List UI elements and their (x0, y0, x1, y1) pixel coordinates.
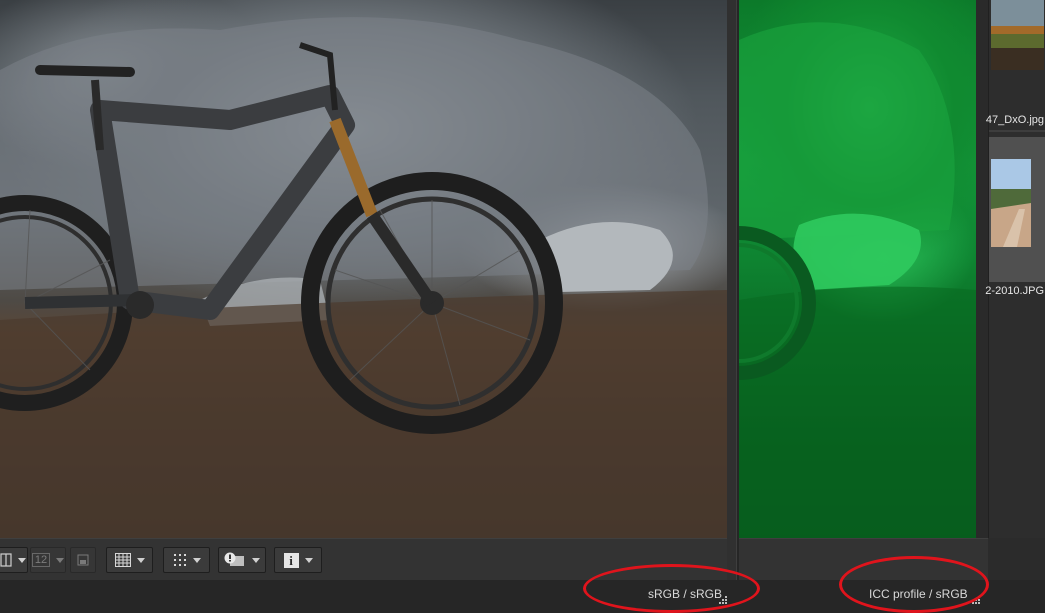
compare-view-icon (0, 553, 12, 567)
filmstrip-divider (989, 130, 1045, 132)
gamut-warning-button[interactable] (218, 547, 266, 573)
chevron-down-icon (136, 557, 145, 563)
photo-soft-proof-gamut-warning (739, 22, 976, 538)
chevron-down-icon (18, 557, 26, 563)
chevron-down-icon (252, 557, 260, 563)
annotation-ellipse-right (839, 556, 989, 613)
info-button[interactable]: i (274, 547, 322, 573)
split-view-icon: 12 (31, 553, 51, 567)
thumbnail-image-forest (989, 0, 1045, 72)
dot-grid-button[interactable] (163, 547, 210, 573)
photo-mountain-bike (0, 17, 727, 538)
grid-overlay-button[interactable] (106, 547, 153, 573)
warning-overlay-icon (224, 552, 244, 566)
split-view-button[interactable]: 12 (30, 547, 66, 573)
filmstrip-thumbnail-2-selected[interactable] (989, 137, 1045, 282)
grid-overlay-icon (114, 553, 131, 567)
filmstrip-filename-2: 2-2010.JPG (985, 285, 1044, 297)
chevron-down-icon (56, 557, 65, 563)
chevron-down-icon (304, 557, 313, 563)
lock-view-button[interactable] (70, 547, 96, 573)
image-viewer-right-soft-proof[interactable] (739, 0, 976, 538)
filmstrip-filename-1: 47_DxO.jpg (985, 114, 1044, 126)
panel-gap (976, 0, 988, 538)
annotation-ellipse-left (583, 564, 760, 613)
compare-view-button[interactable] (0, 547, 28, 573)
filmstrip-panel[interactable]: 47_DxO.jpg 2-2010.JPG (985, 0, 1045, 538)
viewer-splitter[interactable] (727, 0, 739, 613)
info-icon: i (283, 552, 299, 568)
chevron-down-icon (192, 557, 201, 563)
dot-grid-icon (173, 554, 186, 566)
layout-icon (77, 554, 89, 566)
filmstrip-thumbnail-1[interactable] (989, 0, 1045, 72)
thumbnail-image-dirt-road (989, 137, 1045, 282)
image-viewer-left[interactable] (0, 0, 727, 538)
